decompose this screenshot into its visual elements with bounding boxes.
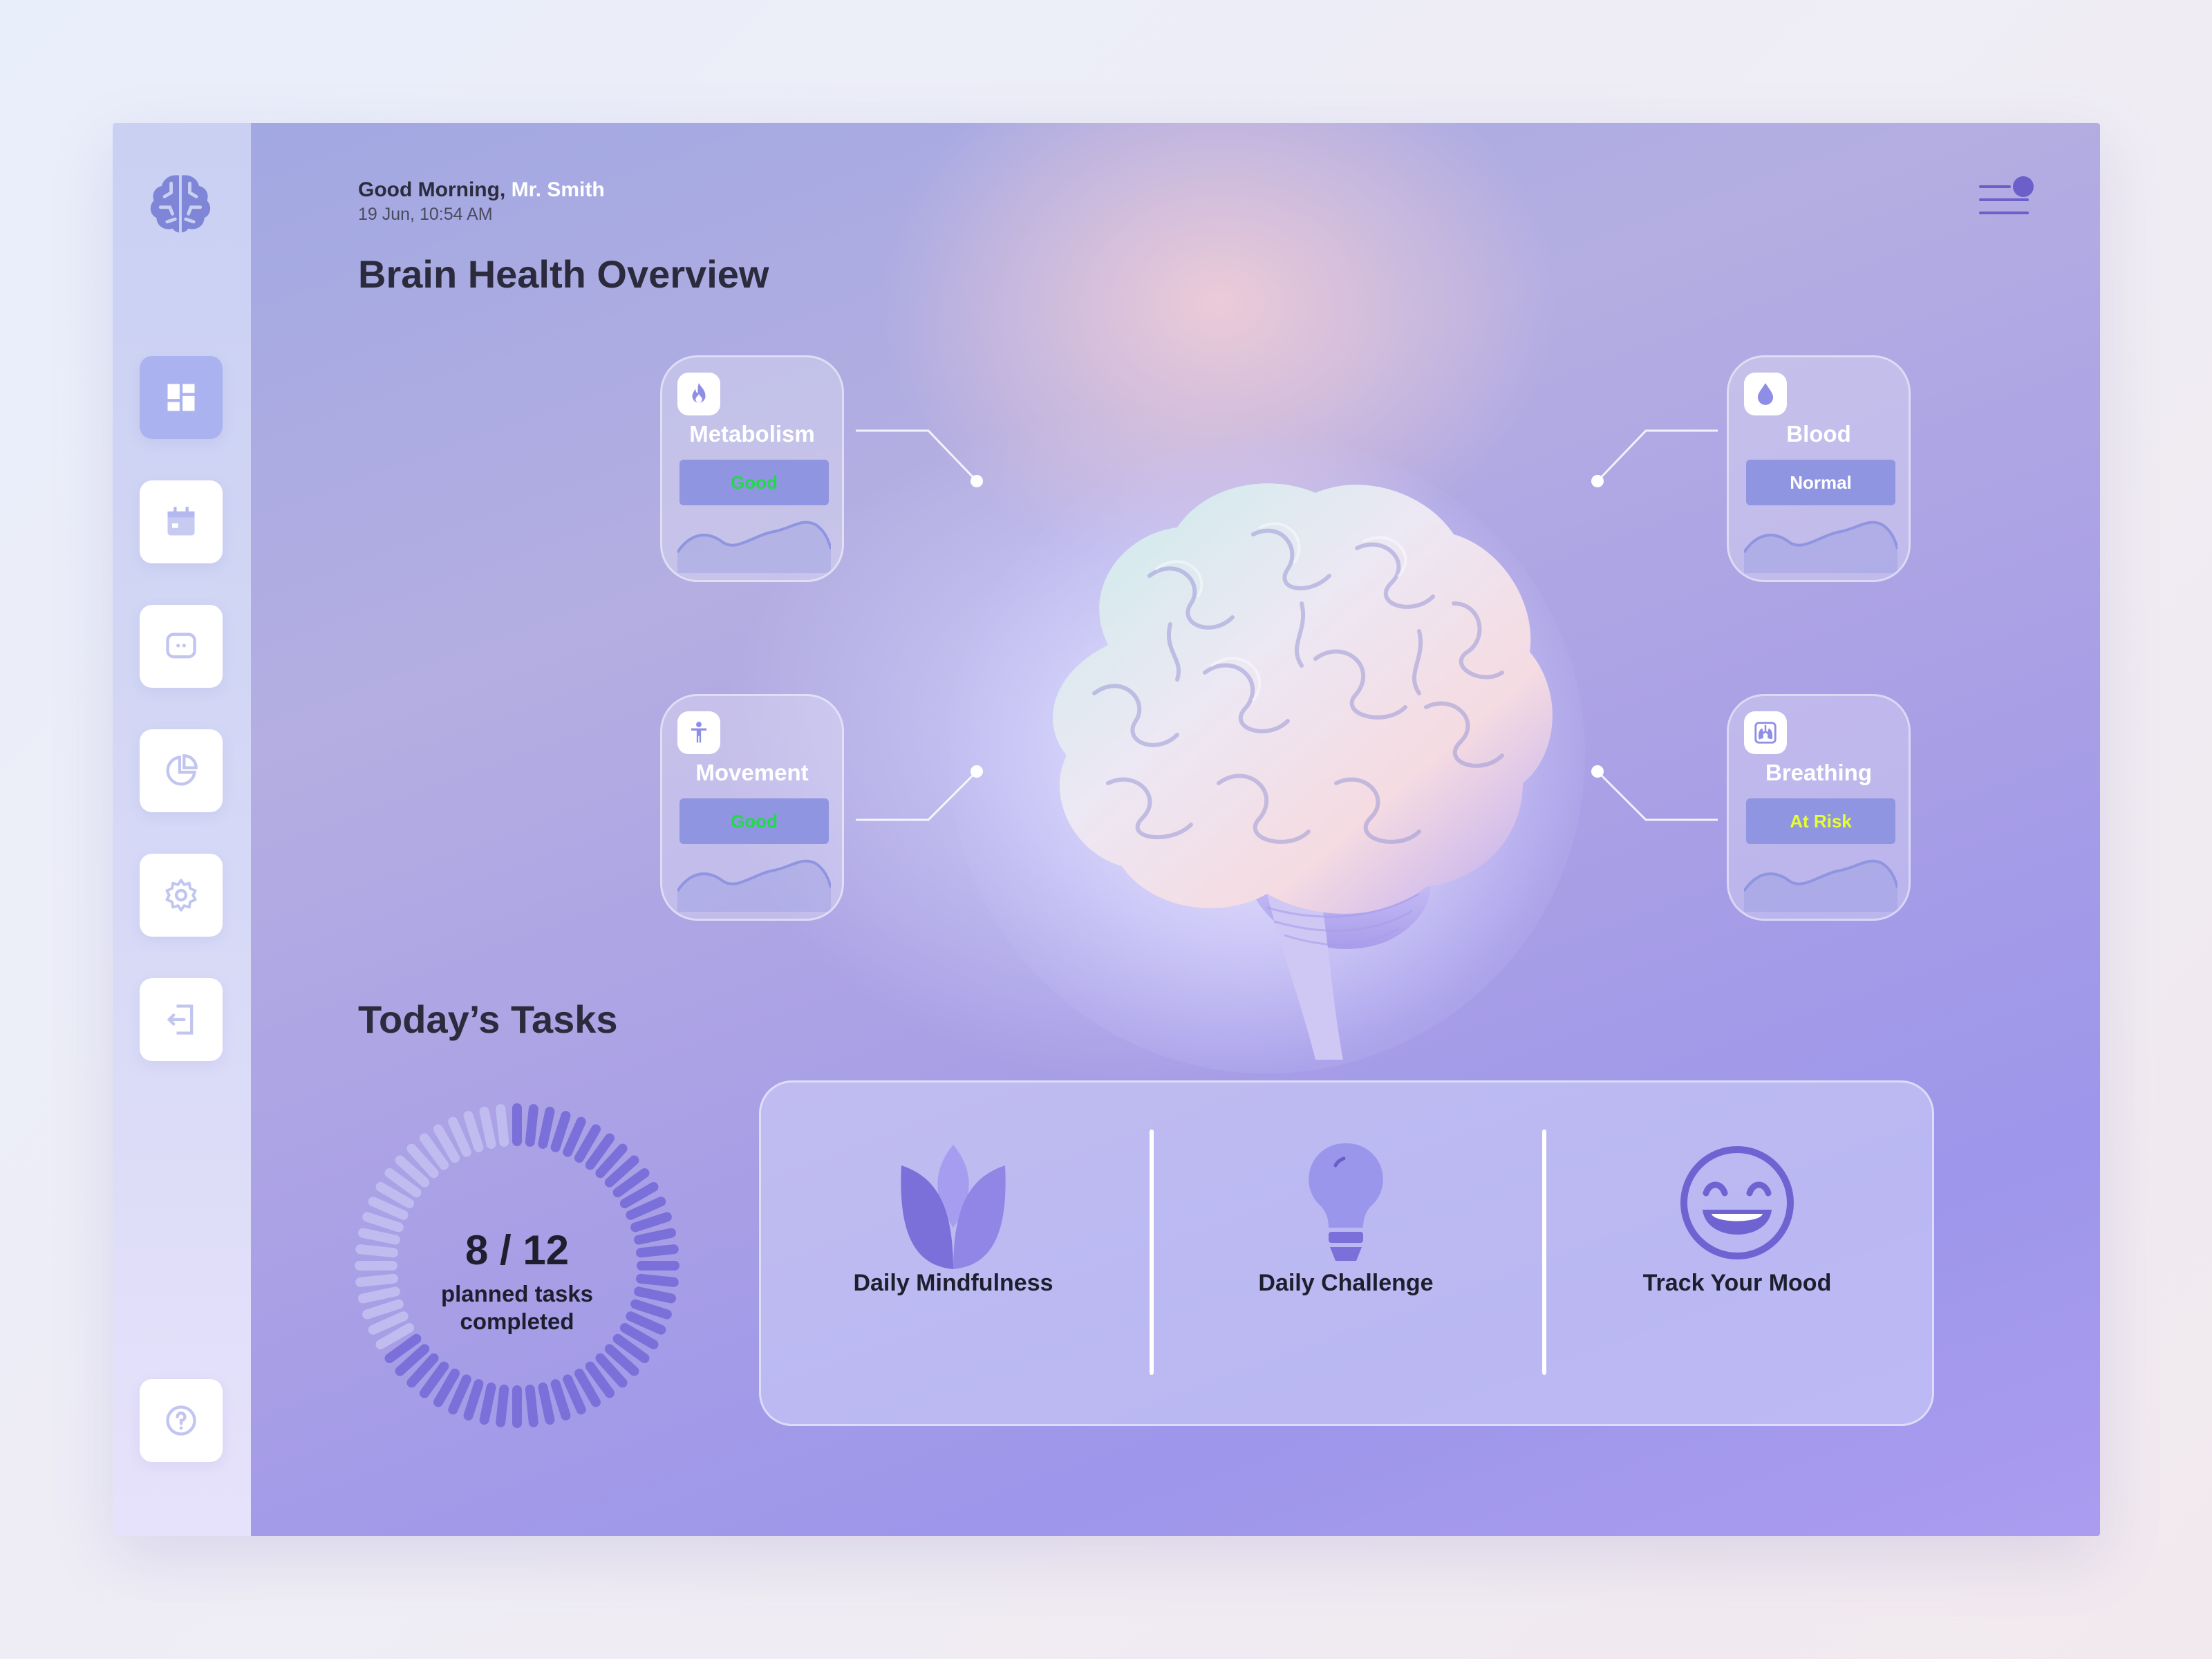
metric-card-breathing[interactable]: Breathing At Risk [1727, 694, 1911, 921]
task-label: Daily Mindfulness [853, 1270, 1053, 1296]
metric-status: Normal [1746, 460, 1895, 505]
lungs-icon [1744, 711, 1787, 754]
nav-dashboard-button[interactable] [140, 356, 223, 439]
tasks-progress-summary: 8 / 12 planned tasks completed [355, 1103, 679, 1428]
nav-calendar-button[interactable] [140, 480, 223, 563]
current-datetime: 19 Jun, 10:54 AM [358, 205, 493, 224]
sidebar [113, 123, 253, 1536]
metric-card-movement[interactable]: Movement Good [660, 694, 844, 921]
metric-status: At Risk [1746, 798, 1895, 844]
greeting-prefix: Good Morning, [358, 178, 506, 201]
drop-icon [1744, 373, 1787, 415]
brain-logo-icon[interactable] [147, 170, 214, 236]
user-name: Mr. Smith [511, 178, 605, 201]
logout-icon [167, 1004, 194, 1035]
metric-sparkline [677, 859, 831, 912]
metric-sparkline [1744, 521, 1897, 573]
metric-label: Movement [695, 760, 809, 785]
smiley-icon [1680, 1146, 1794, 1259]
task-daily-mindfulness[interactable]: Daily Mindfulness [808, 1138, 1098, 1297]
tasks-progress-value: 8 / 12 [465, 1227, 570, 1273]
help-icon [166, 1405, 196, 1436]
metric-sparkline [1744, 859, 1897, 912]
metric-label: Blood [1786, 421, 1851, 447]
person-icon [677, 711, 720, 754]
dashboard-icon [167, 384, 195, 411]
nav-settings-button[interactable] [140, 854, 223, 937]
main-content: Good Morning, Mr. Smith 19 Jun, 10:54 AM… [251, 123, 2100, 1536]
metric-status: Good [679, 798, 829, 844]
metric-status: Good [679, 460, 829, 505]
tasks-title: Today’s Tasks [358, 997, 618, 1041]
pie-chart-icon [166, 754, 198, 786]
nav-logout-button[interactable] [140, 978, 223, 1061]
tasks-progress-caption: planned tasks completed [440, 1281, 594, 1334]
task-label: Track Your Mood [1642, 1270, 1832, 1296]
metric-card-blood[interactable]: Blood Normal [1727, 355, 1911, 582]
nav-chat-button[interactable] [140, 605, 223, 688]
metric-sparkline [677, 521, 831, 573]
lotus-icon [901, 1145, 1006, 1269]
metric-card-metabolism[interactable]: Metabolism Good [660, 355, 844, 582]
calendar-icon [167, 507, 195, 536]
task-track-mood[interactable]: Track Your Mood [1592, 1138, 1882, 1297]
overview-title: Brain Health Overview [358, 252, 769, 296]
task-daily-challenge[interactable]: Daily Challenge [1201, 1138, 1491, 1297]
divider [1542, 1130, 1546, 1375]
tasks-panel: Daily Mindfulness Daily Challenge Track … [759, 1080, 1934, 1426]
metric-label: Metabolism [689, 421, 815, 447]
nav-statistics-button[interactable] [140, 729, 223, 812]
brain-illustration [949, 438, 1585, 1074]
settings-icon [165, 879, 197, 912]
greeting: Good Morning, Mr. Smith [358, 178, 605, 202]
app-window: Good Morning, Mr. Smith 19 Jun, 10:54 AM… [113, 123, 2100, 1536]
menu-icon[interactable] [1979, 176, 2041, 224]
lightbulb-icon [1309, 1143, 1383, 1261]
metric-label: Breathing [1765, 760, 1872, 785]
flame-icon [677, 373, 720, 415]
task-label: Daily Challenge [1258, 1270, 1434, 1296]
help-button[interactable] [140, 1379, 223, 1462]
chat-icon [166, 632, 196, 659]
divider [1150, 1130, 1154, 1375]
